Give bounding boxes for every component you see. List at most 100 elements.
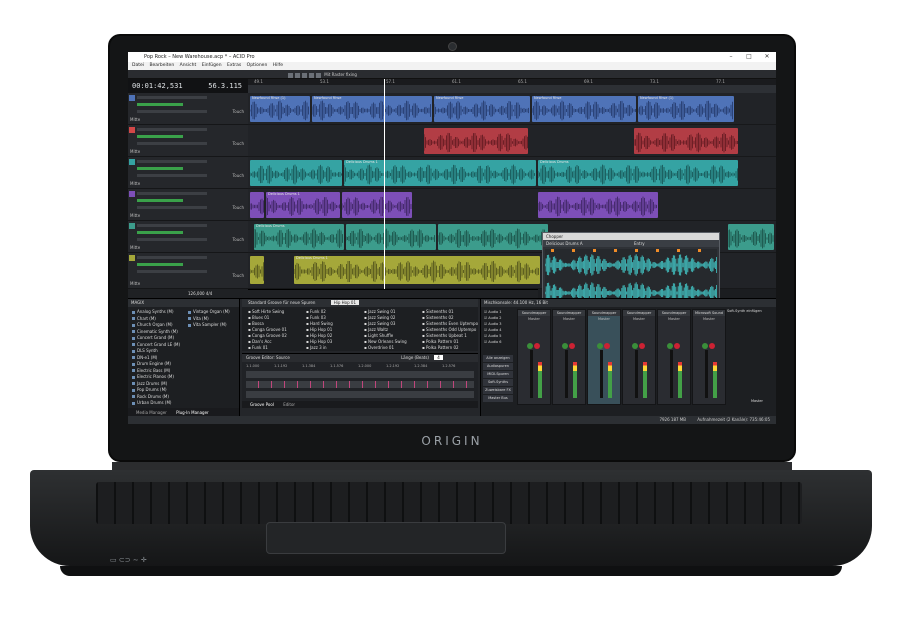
groove-item[interactable]: ▪ Jazz 3 in	[306, 345, 327, 350]
groove-item[interactable]: ▪ Jazz Waltz	[364, 327, 388, 332]
clip[interactable]	[250, 192, 264, 218]
track-control-row[interactable]	[137, 192, 207, 195]
chop-marker[interactable]	[572, 249, 575, 252]
volume-slider[interactable]	[137, 199, 183, 202]
cursor-icon[interactable]	[288, 72, 293, 78]
volume-slider[interactable]	[137, 135, 183, 138]
draw-icon[interactable]	[295, 72, 300, 78]
automation-mode[interactable]: Touch	[233, 141, 244, 146]
groove-length-field[interactable]: 4	[434, 355, 443, 360]
clip[interactable]	[728, 224, 774, 250]
clip[interactable]: Delicious Drums 1	[266, 192, 340, 218]
clip[interactable]	[634, 128, 738, 154]
automation-mode[interactable]: Touch	[233, 109, 244, 114]
volume-slider[interactable]	[137, 103, 183, 106]
clip[interactable]	[250, 160, 342, 186]
mixer-filter-button[interactable]: Audiospuren	[483, 363, 513, 370]
menu-file[interactable]: Datei	[132, 63, 144, 68]
maximize-button[interactable]: □	[740, 52, 758, 62]
chop-marker[interactable]	[593, 249, 596, 252]
time-signature[interactable]: 4/4	[206, 291, 212, 296]
track-control-row[interactable]	[137, 110, 207, 113]
marker-bar[interactable]	[248, 85, 776, 93]
groove-item[interactable]: ▪ Sixteenths 02	[422, 315, 454, 320]
chop-marker[interactable]	[635, 249, 638, 252]
track-control-row[interactable]	[137, 206, 207, 209]
groove-row-none[interactable]: Kein Groove	[246, 371, 474, 387]
channel-knobs[interactable]	[561, 336, 575, 349]
channel-output[interactable]: Master	[623, 316, 655, 322]
track-header[interactable]: Mitte Touch	[128, 157, 248, 189]
groove-item[interactable]: ▪ Conga Groove 02	[248, 333, 287, 338]
groove-item[interactable]: ▪ Funk 01	[248, 345, 268, 350]
channel-fader[interactable]	[530, 350, 533, 398]
clip[interactable]	[438, 224, 548, 250]
automation-mode[interactable]: Touch	[233, 237, 244, 242]
channel-output[interactable]: Master	[693, 316, 725, 322]
tempo-bpm[interactable]: 126,000	[188, 291, 205, 296]
automation-mode[interactable]: Touch	[233, 273, 244, 278]
track-control-row[interactable]	[137, 160, 207, 163]
mixer-filter-button[interactable]: Master Bus	[483, 395, 513, 402]
mixer-filter-button[interactable]: Soft-Synths	[483, 379, 513, 386]
groove-item[interactable]: ▪ Sixteenths Odd Uptempo	[422, 327, 476, 332]
tab-groove-pool[interactable]: Groove Pool	[250, 402, 274, 407]
track-control-row[interactable]	[137, 128, 207, 131]
track-control-row[interactable]	[137, 142, 207, 145]
clip[interactable]	[342, 192, 412, 218]
groove-item[interactable]: ▪ Soft Hirte Swing	[248, 309, 284, 314]
clip[interactable]: Delicious Drums 1	[294, 256, 540, 284]
pan-value[interactable]: Mitte	[130, 117, 140, 122]
channel-knobs[interactable]	[526, 336, 540, 349]
groove-row-grid[interactable]	[246, 381, 474, 388]
track-control-row[interactable]	[137, 174, 207, 177]
plugin-list-item[interactable]: Vita Sampler (M)	[188, 322, 227, 329]
channel-output[interactable]: Master	[588, 316, 620, 322]
track-header[interactable]: Mitte Touch	[128, 125, 248, 157]
groove-item[interactable]: ▪ Hip Hop 02	[306, 333, 332, 338]
menu-edit[interactable]: Bearbeiten	[149, 63, 174, 68]
track-header[interactable]: Mitte Touch	[128, 221, 248, 253]
tab-groove-editor[interactable]: Editor	[283, 402, 295, 407]
clip[interactable]	[250, 256, 264, 284]
mixer-filter-button[interactable]: Alle anzeigen	[483, 355, 513, 362]
zoom-icon[interactable]	[309, 72, 314, 78]
chop-marker[interactable]	[698, 249, 701, 252]
plugin-path[interactable]: MAGIX	[128, 299, 239, 307]
track-header[interactable]: Mitte Touch	[128, 189, 248, 221]
groove-item[interactable]: ▪ Sixteenths 01	[422, 309, 454, 314]
groove-default-select[interactable]: Standard Groove für neue Spuren	[248, 300, 315, 305]
groove-item[interactable]: ▪ Dan's Acc	[248, 339, 272, 344]
channel-knobs[interactable]	[631, 336, 645, 349]
groove-item[interactable]: ▪ Blues 01	[248, 315, 269, 320]
track-header[interactable]: Mitte Touch	[128, 93, 248, 125]
channel-knobs[interactable]	[701, 336, 715, 349]
pan-value[interactable]: Mitte	[130, 245, 140, 250]
clip[interactable]: Delicious Drums 1	[344, 160, 536, 186]
snap-icon[interactable]	[316, 72, 321, 78]
groove-item[interactable]: ▪ Light Shuffle	[364, 333, 393, 338]
groove-item[interactable]: ▪ Jazz Swing 01	[364, 309, 395, 314]
groove-item[interactable]: ▪ Conga Groove 01	[248, 327, 287, 332]
channel-output[interactable]: Master	[518, 316, 550, 322]
groove-item[interactable]: ▪ Overdrive 01	[364, 345, 394, 350]
groove-item[interactable]: ▪ Polka Pattern 02	[422, 345, 459, 350]
channel-knobs[interactable]	[596, 336, 610, 349]
softsynth-insert[interactable]: Soft-Synth einfügen	[727, 309, 775, 313]
menu-help[interactable]: Hilfe	[273, 63, 283, 68]
track-control-row[interactable]	[137, 238, 207, 241]
snap-label[interactable]: Mit Raster fixing	[324, 72, 357, 77]
groove-item[interactable]: ▪ Sixteenths Even Uptempo	[422, 321, 478, 326]
channel-fader[interactable]	[705, 350, 708, 398]
mixer-channel[interactable]: Soundmapper Master	[657, 309, 691, 405]
chopper-mode[interactable]: Entry	[634, 241, 645, 246]
menu-tools[interactable]: Extras	[227, 63, 241, 68]
mixer-filter-button[interactable]: Zuweisbare FX	[483, 387, 513, 394]
clip[interactable]	[346, 224, 436, 250]
menu-view[interactable]: Ansicht	[180, 63, 197, 68]
channel-fader[interactable]	[600, 350, 603, 398]
channel-fader[interactable]	[635, 350, 638, 398]
track-control-row[interactable]	[137, 270, 207, 273]
mixer-filter-button[interactable]: MIDI-Spuren	[483, 371, 513, 378]
track-control-row[interactable]	[137, 224, 207, 227]
